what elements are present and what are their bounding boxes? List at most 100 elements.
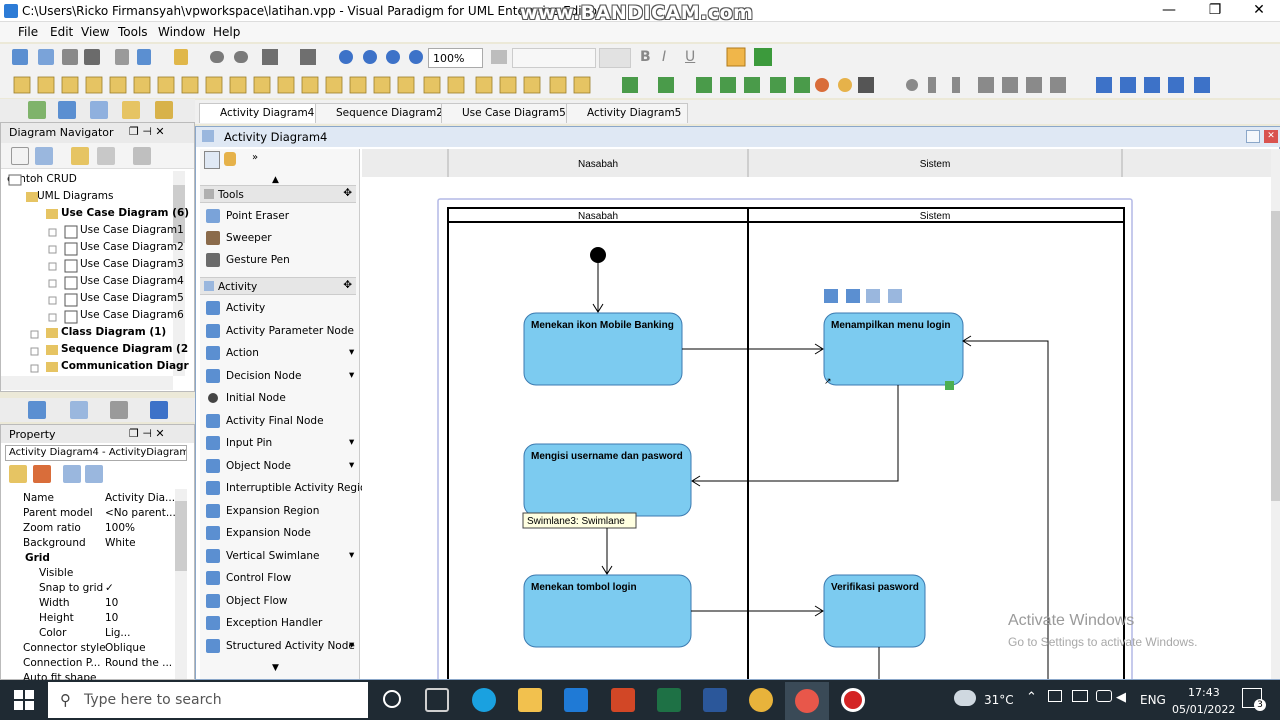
palette-element[interactable]: Activity (204, 297, 354, 319)
property-value[interactable]: ✓ (105, 582, 114, 594)
property-value[interactable]: 10 (105, 597, 118, 609)
palette-element[interactable]: Exception Handler (204, 612, 354, 634)
categorized-icon[interactable] (9, 465, 27, 483)
diagram-canvas[interactable]: Nasabah Sistem Nasabah Sistem Menekan ik… (362, 149, 1271, 679)
collapse-all-icon[interactable] (85, 465, 103, 483)
sort-icon[interactable] (97, 147, 115, 165)
palette-element[interactable]: Action ▾ (204, 342, 354, 364)
class-repository-tab-icon[interactable] (90, 101, 108, 119)
navigator-hscrollbar[interactable] (1, 376, 173, 390)
palette-group-activity[interactable]: Activity ✥ (200, 277, 356, 295)
selector-tool-icon[interactable] (204, 151, 220, 169)
dropdown-arrow-icon[interactable]: ▾ (349, 639, 354, 651)
file-explorer-icon[interactable] (518, 688, 542, 712)
dropdown-arrow-icon[interactable]: ▾ (349, 436, 354, 448)
start-button[interactable] (14, 690, 34, 710)
model-explorer-tab-icon[interactable] (58, 101, 76, 119)
property-row[interactable]: Background White (9, 537, 187, 552)
clock-time[interactable]: 17:43 (1188, 686, 1220, 699)
tab-sequence-diagram2[interactable]: Sequence Diagram2 (315, 103, 450, 123)
property-row[interactable]: Visible (9, 567, 187, 582)
tab-use-case-diagram5[interactable]: Use Case Diagram5 (441, 103, 573, 123)
property-toolbar[interactable] (5, 463, 187, 485)
palette-element[interactable]: Activity Final Node (204, 410, 354, 432)
minimize-button[interactable]: — (1146, 0, 1192, 22)
palette-element[interactable]: Object Node ▾ (204, 455, 354, 477)
word-icon[interactable] (703, 688, 727, 712)
property-value[interactable]: Activity Dia... (105, 492, 175, 504)
palette-tool[interactable]: Gesture Pen (204, 249, 354, 271)
property-value[interactable]: <No parent... (105, 507, 176, 519)
tray-expand-icon[interactable]: ⌃ (1026, 690, 1037, 705)
clock-date[interactable]: 05/01/2022 (1172, 703, 1235, 716)
folder-icon[interactable] (71, 147, 89, 165)
font-size-select[interactable] (599, 48, 631, 68)
temperature[interactable]: 31°C (984, 693, 1014, 707)
property-row[interactable]: Snap to grid ✓ (9, 582, 187, 597)
palette-element[interactable]: Object Flow (204, 590, 354, 612)
property-value[interactable]: Round the ... (105, 657, 172, 669)
property-row[interactable]: Color Lig... (9, 627, 187, 642)
underline-button[interactable]: U (685, 49, 695, 65)
palette-element[interactable]: Activity Parameter Node (204, 320, 354, 342)
search-tab-icon[interactable] (155, 101, 173, 119)
palette-element[interactable]: Expansion Region (204, 500, 354, 522)
palette-tool[interactable]: Sweeper (204, 227, 354, 249)
diagram-type-icons[interactable] (0, 72, 1280, 98)
close-button[interactable]: ✕ (1236, 0, 1280, 22)
menu-help[interactable]: Help (213, 25, 240, 39)
menu-file[interactable]: File (18, 25, 38, 39)
dropdown-arrow-icon[interactable]: ▾ (349, 549, 354, 561)
menu-view[interactable]: View (81, 25, 109, 39)
scroll-down-icon[interactable]: ▼ (272, 663, 279, 673)
model-icon[interactable] (28, 401, 46, 419)
expand-icon[interactable] (63, 465, 81, 483)
taskbar-search-box[interactable]: ⚲ Type here to search (48, 682, 368, 718)
palette-element[interactable]: Initial Node (204, 387, 354, 409)
volume-icon[interactable]: ◀ (1116, 690, 1126, 705)
tab-activity-diagram5[interactable]: Activity Diagram5 (566, 103, 689, 123)
language-indicator[interactable]: ENG (1140, 693, 1166, 707)
palette-element[interactable]: Interruptible Activity Region (204, 477, 373, 499)
wifi-icon[interactable] (1096, 690, 1112, 702)
palette-group-tools[interactable]: Tools ✥ (200, 185, 356, 203)
edge-icon[interactable] (472, 688, 496, 712)
property-row[interactable]: Height 10 (9, 612, 187, 627)
battery-icon[interactable] (1072, 690, 1088, 702)
new-diagram-icon[interactable] (11, 147, 29, 165)
collapse-icon[interactable] (133, 147, 151, 165)
property-row[interactable]: Connection P... Round the ... (9, 657, 187, 672)
more-tools-icon[interactable]: » (252, 152, 258, 163)
zoom-select[interactable]: 100% (428, 48, 483, 68)
palette-tool[interactable]: Point Eraser (204, 205, 354, 227)
property-row[interactable]: Grid (9, 552, 187, 567)
property-row[interactable]: Width 10 (9, 597, 187, 612)
notifications-icon[interactable]: 3 (1242, 688, 1266, 711)
documentation-icon[interactable] (110, 401, 128, 419)
canvas-scrollbar[interactable] (1271, 149, 1280, 679)
property-row[interactable]: Connector style Oblique (9, 642, 187, 657)
scroll-up-icon[interactable]: ▲ (272, 175, 279, 185)
navigator-toolbar[interactable] (1, 143, 194, 169)
close-diagram-button[interactable]: ✕ (1264, 130, 1278, 143)
dropdown-arrow-icon[interactable]: ▾ (349, 369, 354, 381)
property-row[interactable]: Name Activity Dia... (9, 492, 187, 507)
excel-icon[interactable] (657, 688, 681, 712)
menu-tools[interactable]: Tools (118, 25, 148, 39)
dropdown-arrow-icon[interactable]: ▾ (349, 459, 354, 471)
property-row[interactable]: Parent model <No parent... (9, 507, 187, 522)
menu-edit[interactable]: Edit (50, 25, 73, 39)
logical-view-tab-icon[interactable] (122, 101, 140, 119)
property-value[interactable]: Lig... (105, 627, 130, 639)
lock-icon[interactable] (224, 152, 236, 166)
palette-element[interactable]: Input Pin ▾ (204, 432, 354, 454)
menu-window[interactable]: Window (158, 25, 205, 39)
palette-element[interactable]: Expansion Node (204, 522, 354, 544)
property-row[interactable]: Zoom ratio 100% (9, 522, 187, 537)
open-diagram-icon[interactable] (35, 147, 53, 165)
alphabetical-icon[interactable] (33, 465, 51, 483)
palette-element[interactable]: Structured Activity Node ▾ (204, 635, 355, 657)
italic-button[interactable]: I (662, 49, 666, 65)
task-view-icon[interactable] (425, 688, 449, 712)
tab-activity-diagram4[interactable]: Activity Diagram4 (199, 103, 322, 123)
